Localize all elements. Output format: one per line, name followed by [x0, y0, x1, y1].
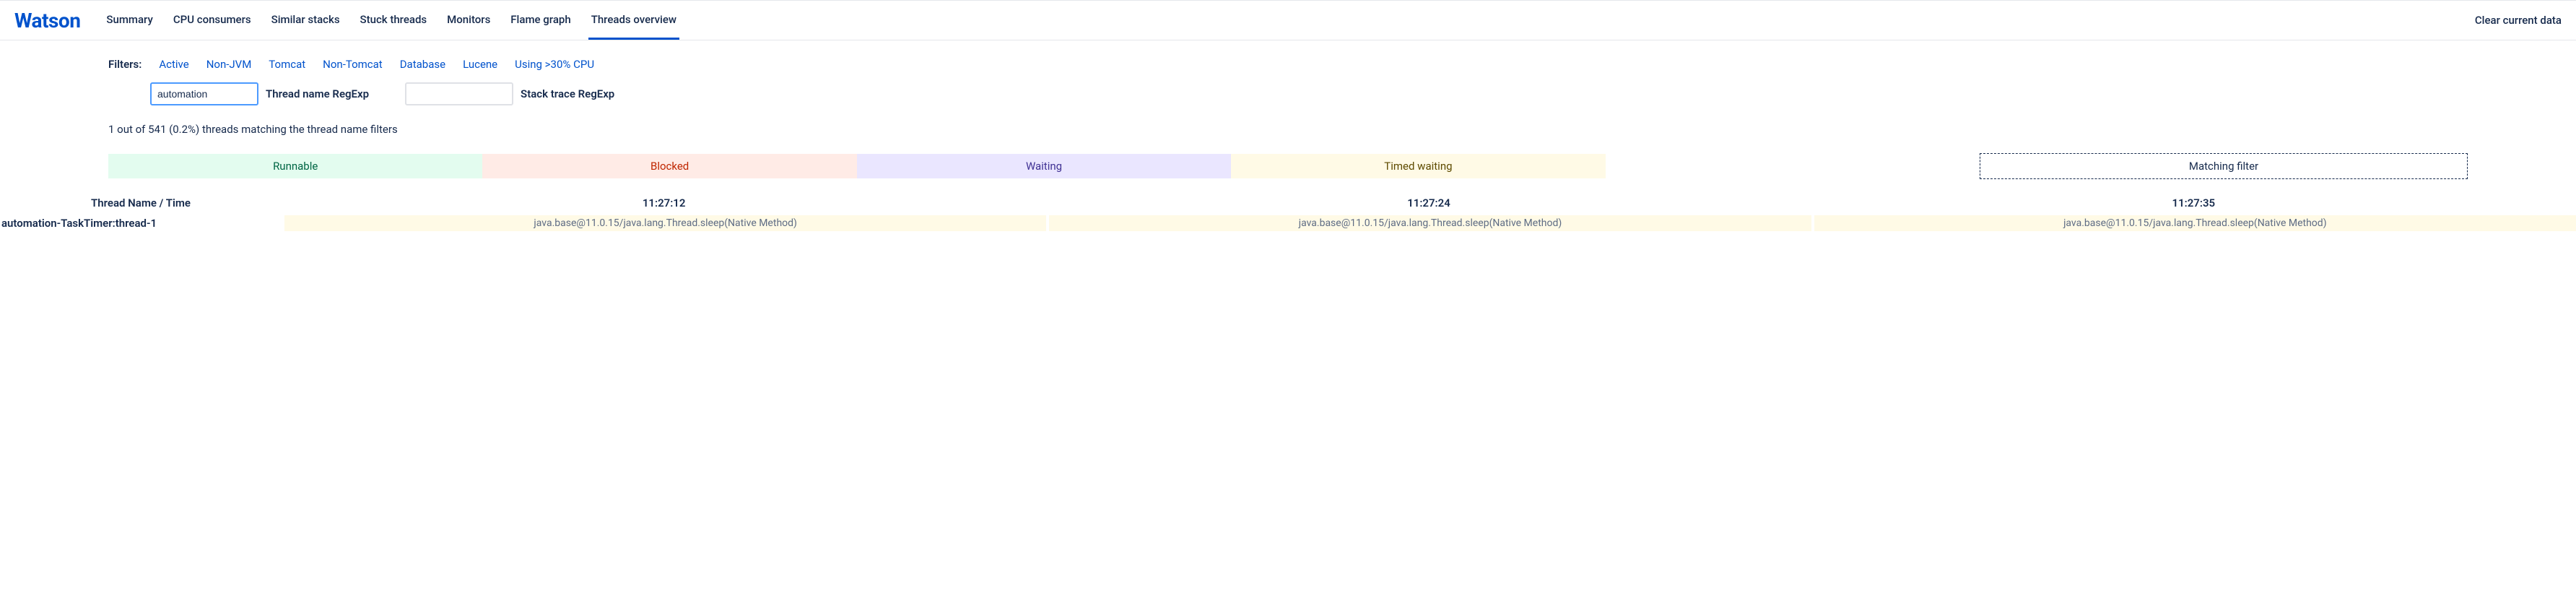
nav-flame-graph[interactable]: Flame graph [508, 1, 573, 40]
header-time-2: 11:27:35 [1811, 196, 2576, 209]
filter-non-jvm[interactable]: Non-JVM [206, 58, 252, 71]
header-time-0: 11:27:12 [282, 196, 1046, 209]
nav-cpu-consumers[interactable]: CPU consumers [170, 1, 254, 40]
filter-cpu-30[interactable]: Using >30% CPU [515, 58, 594, 71]
nav-similar-stacks[interactable]: Similar stacks [269, 1, 343, 40]
legend-runnable: Runnable [108, 154, 482, 178]
header-time-1: 11:27:24 [1046, 196, 1811, 209]
stack-cell-0[interactable]: java.base@11.0.15/java.lang.Thread.sleep… [282, 215, 1046, 231]
filter-tomcat[interactable]: Tomcat [269, 58, 305, 71]
thread-name-input[interactable] [150, 82, 258, 105]
legend-timed: Timed waiting [1231, 154, 1605, 178]
table-header: Thread Name / Time 11:27:12 11:27:24 11:… [0, 196, 2576, 215]
main-nav: Summary CPU consumers Similar stacks Stu… [103, 1, 679, 40]
stack-trace-label: Stack trace RegExp [521, 87, 614, 100]
filter-non-tomcat[interactable]: Non-Tomcat [323, 58, 383, 71]
filter-database[interactable]: Database [400, 58, 445, 71]
filters-row: Filters: Active Non-JVM Tomcat Non-Tomca… [108, 58, 2468, 71]
nav-threads-overview[interactable]: Threads overview [588, 1, 679, 40]
status-line: 1 out of 541 (0.2%) threads matching the… [108, 123, 2468, 136]
nav-monitors[interactable]: Monitors [444, 1, 493, 40]
thread-name-label: Thread name RegExp [266, 87, 369, 100]
legend-waiting: Waiting [857, 154, 1231, 178]
nav-stuck-threads[interactable]: Stuck threads [357, 1, 430, 40]
table-row: automation-TaskTimer:thread-1 java.base@… [0, 215, 2576, 231]
matching-filter-box: Matching filter [1980, 153, 2468, 179]
legend-row: Runnable Blocked Waiting Timed waiting M… [108, 153, 2468, 179]
filter-lucene[interactable]: Lucene [463, 58, 497, 71]
inputs-row: Thread name RegExp Stack trace RegExp [108, 82, 2468, 105]
header-thread-name: Thread Name / Time [0, 196, 282, 209]
filters-label: Filters: [108, 58, 142, 71]
app-header: Watson Summary CPU consumers Similar sta… [0, 0, 2576, 40]
clear-data-link[interactable]: Clear current data [2475, 14, 2562, 27]
filter-active[interactable]: Active [159, 58, 188, 71]
stack-cell-2[interactable]: java.base@11.0.15/java.lang.Thread.sleep… [1811, 215, 2576, 231]
stack-cell-1[interactable]: java.base@11.0.15/java.lang.Thread.sleep… [1046, 215, 1811, 231]
nav-summary[interactable]: Summary [103, 1, 155, 40]
app-logo[interactable]: Watson [14, 9, 80, 33]
threads-table: Thread Name / Time 11:27:12 11:27:24 11:… [0, 196, 2576, 231]
stack-trace-input[interactable] [405, 82, 513, 105]
header-left: Watson Summary CPU consumers Similar sta… [14, 1, 679, 40]
legend-blocked: Blocked [482, 154, 856, 178]
main-content: Filters: Active Non-JVM Tomcat Non-Tomca… [0, 40, 2576, 231]
thread-name-cell[interactable]: automation-TaskTimer:thread-1 [0, 217, 282, 230]
